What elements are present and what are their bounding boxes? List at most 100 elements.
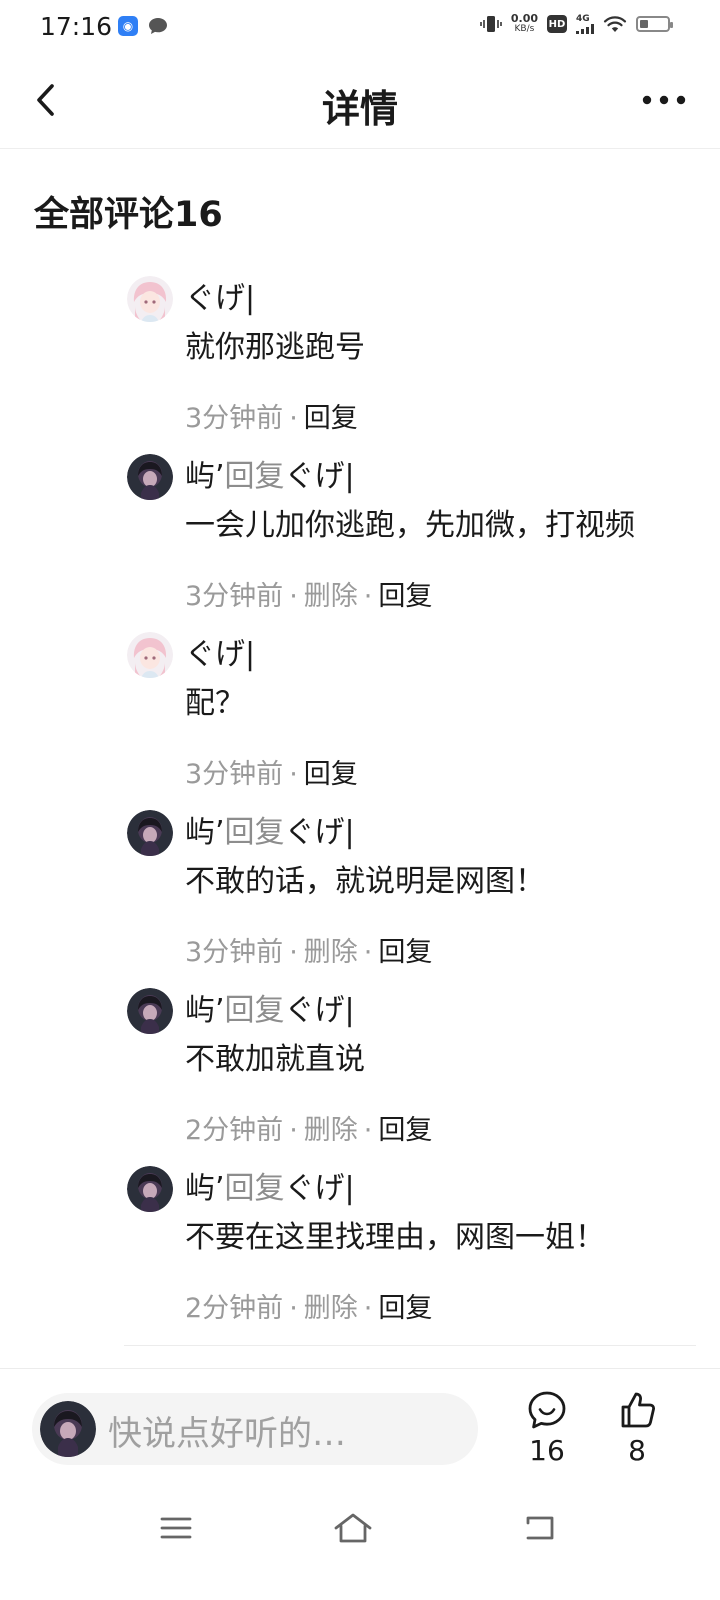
comment-meta: 2分钟前 · 删除 · 回复 xyxy=(185,1114,687,1148)
page-title: 详情 xyxy=(321,87,398,131)
reply-button[interactable]: 回复 xyxy=(304,759,358,790)
comment-time: 3分钟前 xyxy=(185,937,284,968)
wifi-icon xyxy=(603,16,627,32)
like-count: 8 xyxy=(628,1434,646,1467)
avatar[interactable] xyxy=(127,810,173,856)
reply-target[interactable]: ぐげ| xyxy=(285,815,355,850)
avatar[interactable] xyxy=(127,1166,173,1212)
divider xyxy=(0,1368,720,1369)
comment-time: 2分钟前 xyxy=(185,1293,284,1324)
comment-time: 3分钟前 xyxy=(185,759,284,790)
reply-button[interactable]: 回复 xyxy=(304,403,358,434)
comment-list: ぐげ| 就你那逃跑号 3分钟前 · 回复 屿’回复ぐげ| 一会儿加你逃跑，先加微，打视频 3分… xyxy=(127,272,687,1340)
delete-button[interactable]: 删除 xyxy=(304,1115,358,1146)
comment-author[interactable]: 屿’ xyxy=(185,815,225,850)
reply-target[interactable]: ぐげ| xyxy=(285,1171,355,1206)
comment-time: 3分钟前 xyxy=(185,581,284,612)
avatar xyxy=(40,1401,96,1457)
comment-input[interactable]: 快说点好听的… xyxy=(32,1393,478,1465)
comment-header: 屿’回复ぐげ| xyxy=(185,450,687,504)
comment-meta: 3分钟前 · 回复 xyxy=(185,402,687,436)
comment-item[interactable]: ぐげ| 配？ 3分钟前 · 回复 xyxy=(127,628,687,792)
delete-button[interactable]: 删除 xyxy=(304,581,358,612)
comment-header: 屿’回复ぐげ| xyxy=(185,984,687,1038)
top-app-bar: 详情 xyxy=(0,56,720,149)
like-button[interactable]: 8 xyxy=(607,1390,667,1467)
separator-dot: · xyxy=(289,403,298,434)
comment-author[interactable]: 屿’ xyxy=(185,1171,225,1206)
menu-icon xyxy=(160,1517,192,1539)
home-icon xyxy=(334,1513,372,1543)
delete-button[interactable]: 删除 xyxy=(304,937,358,968)
comment-input-placeholder: 快说点好听的… xyxy=(108,1414,346,1454)
back-icon xyxy=(526,1516,554,1540)
comment-text: 一会儿加你逃跑，先加微，打视频 xyxy=(185,508,635,543)
more-dots-icon xyxy=(642,95,686,105)
reply-word: 回复 xyxy=(224,459,285,494)
separator-dot: · xyxy=(289,581,298,612)
comment-time: 2分钟前 xyxy=(185,1115,284,1146)
avatar[interactable] xyxy=(127,454,173,500)
comment-header: ぐげ| xyxy=(185,628,687,682)
menu-button[interactable] xyxy=(146,1506,206,1550)
message-icon xyxy=(149,18,167,34)
comment-count: 16 xyxy=(529,1434,565,1467)
home-button[interactable] xyxy=(323,1506,383,1550)
separator-dot: · xyxy=(289,937,298,968)
comment-text: 不敢的话，就说明是网图！ xyxy=(185,864,545,899)
comment-item[interactable]: 屿’回复ぐげ| 一会儿加你逃跑，先加微，打视频 3分钟前 · 删除 · 回复 xyxy=(127,450,687,614)
reply-target[interactable]: ぐげ| xyxy=(285,459,355,494)
comment-header: 屿’回复ぐげ| xyxy=(185,1162,687,1216)
comment-text: 不敢加就直说 xyxy=(185,1042,365,1077)
avatar[interactable] xyxy=(127,988,173,1034)
comment-author[interactable]: 屿’ xyxy=(185,459,225,494)
reply-button[interactable]: 回复 xyxy=(378,1115,432,1146)
comment-text: 不要在这里找理由，网图一姐！ xyxy=(185,1220,605,1255)
separator-dot: · xyxy=(363,937,373,968)
hd-icon: HD xyxy=(547,15,567,33)
comment-item[interactable]: 屿’回复ぐげ| 不要在这里找理由，网图一姐！ 2分钟前 · 删除 · 回复 xyxy=(127,1162,687,1326)
system-nav-bar xyxy=(0,1490,720,1570)
comment-text: 配？ xyxy=(185,686,245,721)
status-time: 17:16 xyxy=(40,12,113,41)
comment-meta: 3分钟前 · 删除 · 回复 xyxy=(185,580,687,614)
reply-word: 回复 xyxy=(224,815,285,850)
comment-meta: 3分钟前 · 删除 · 回复 xyxy=(185,936,687,970)
comment-count-button[interactable]: 16 xyxy=(517,1390,577,1467)
reply-target[interactable]: ぐげ| xyxy=(285,993,355,1028)
reply-button[interactable]: 回复 xyxy=(378,1293,432,1324)
comment-item[interactable]: ぐげ| 就你那逃跑号 3分钟前 · 回复 xyxy=(127,272,687,436)
comment-header: ぐげ| xyxy=(185,272,687,326)
separator-dot: · xyxy=(363,1293,373,1324)
reply-word: 回复 xyxy=(224,993,285,1028)
comment-author[interactable]: 屿’ xyxy=(185,993,225,1028)
comment-author[interactable]: ぐげ| xyxy=(185,281,255,316)
comment-text: 就你那逃跑号 xyxy=(185,330,365,365)
comment-header: 屿’回复ぐげ| xyxy=(185,806,687,860)
separator-dot: · xyxy=(289,1115,298,1146)
comment-meta: 2分钟前 · 删除 · 回复 xyxy=(185,1292,687,1326)
avatar[interactable] xyxy=(127,276,173,322)
comment-time: 3分钟前 xyxy=(185,403,284,434)
battery-icon xyxy=(636,16,673,32)
separator-dot: · xyxy=(289,1293,298,1324)
divider xyxy=(124,1345,696,1346)
separator-dot: · xyxy=(363,581,373,612)
back-nav-button[interactable] xyxy=(509,1506,569,1550)
status-bar: 17:16 ◉ 0.00 KB/s HD 4G xyxy=(0,0,720,56)
reply-button[interactable]: 回复 xyxy=(378,937,432,968)
avatar[interactable] xyxy=(127,632,173,678)
signal-icon: 4G xyxy=(576,14,594,34)
comment-item[interactable]: 屿’回复ぐげ| 不敢的话，就说明是网图！ 3分钟前 · 删除 · 回复 xyxy=(127,806,687,970)
delete-button[interactable]: 删除 xyxy=(304,1293,358,1324)
app-notification-icon: ◉ xyxy=(118,16,138,36)
reply-button[interactable]: 回复 xyxy=(378,581,432,612)
comment-author[interactable]: ぐげ| xyxy=(185,637,255,672)
comment-meta: 3分钟前 · 回复 xyxy=(185,758,687,792)
comment-bubble-icon xyxy=(528,1391,566,1429)
more-options-button[interactable] xyxy=(638,88,690,112)
separator-dot: · xyxy=(363,1115,373,1146)
vibrate-icon xyxy=(480,16,502,32)
thumbs-up-icon xyxy=(621,1392,655,1428)
comment-item[interactable]: 屿’回复ぐげ| 不敢加就直说 2分钟前 · 删除 · 回复 xyxy=(127,984,687,1148)
